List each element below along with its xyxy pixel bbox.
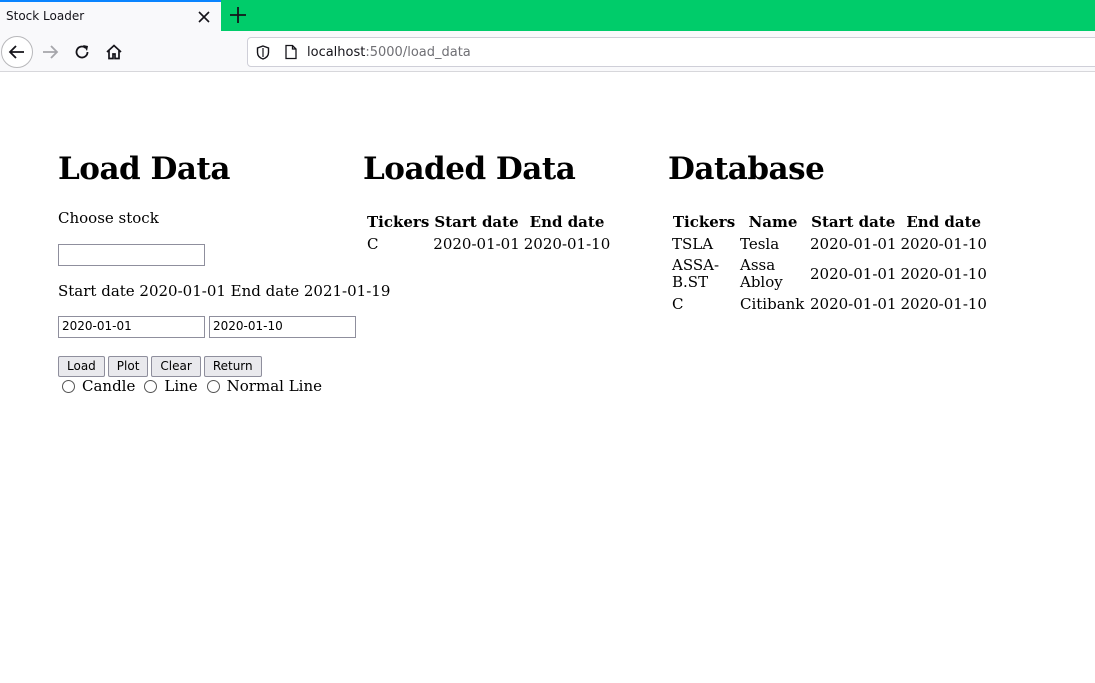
arrow-left-icon[interactable] xyxy=(1,36,33,68)
navigation-toolbar: localhost:5000/load_data xyxy=(0,31,1095,72)
name-text-line-1: Assa xyxy=(740,256,776,274)
clear-button[interactable]: Clear xyxy=(151,356,201,377)
tab-title: Stock Loader xyxy=(6,9,85,23)
stock-input[interactable] xyxy=(58,244,205,266)
end-date-cell: 2020-01-10 xyxy=(900,265,987,283)
column-header: End date xyxy=(906,213,982,231)
return-button[interactable]: Return xyxy=(203,356,262,377)
ticker-cell: C xyxy=(367,235,379,253)
arrow-right-icon[interactable] xyxy=(34,36,66,68)
name-text: Tesla xyxy=(740,235,780,253)
name-cell: Tesla xyxy=(739,234,807,254)
loaded-data-heading: Loaded Data xyxy=(363,151,576,187)
url-host: localhost xyxy=(307,45,366,60)
ticker-text-line-1: ASSA- xyxy=(672,256,720,274)
ticker-cell: ASSA- B.ST xyxy=(671,256,737,292)
start-date-cell: 2020-01-01 xyxy=(433,235,520,253)
radio-line-label: Line xyxy=(164,377,198,395)
load-button[interactable]: Load xyxy=(58,356,105,377)
ticker-text: TSLA xyxy=(672,235,714,253)
database-table: Tickers Name Start date End date TSLA Te… xyxy=(669,210,990,316)
table-header-row: Tickers Start date End date xyxy=(366,212,611,232)
end-date-cell: 2020-01-10 xyxy=(900,235,987,253)
radio-candle-label: Candle xyxy=(82,377,136,395)
ticker-text-line-2: B.ST xyxy=(672,273,709,291)
name-text-line-2: Abloy xyxy=(740,273,783,291)
column-header: Start date xyxy=(811,213,896,231)
database-section: Database Tickers Name Start date End dat… xyxy=(668,150,1028,313)
name-cell: Citibank xyxy=(739,294,807,314)
radio-normal-line[interactable] xyxy=(206,379,220,393)
ticker-cell: C xyxy=(671,294,737,314)
loaded-data-section: Loaded Data Tickers Start date End date … xyxy=(363,150,643,253)
action-buttons: Load Plot Clear Return xyxy=(58,355,265,377)
start-date-cell: 2020-01-01 xyxy=(810,295,897,313)
radio-candle[interactable] xyxy=(62,379,75,393)
url-path: :5000/load_data xyxy=(365,45,471,60)
ticker-cell: TSLA xyxy=(671,234,737,254)
end-date-cell: 2020-01-10 xyxy=(523,235,611,253)
home-icon[interactable] xyxy=(98,36,130,68)
end-date-cell: 2020-01-10 xyxy=(900,295,987,313)
reload-icon[interactable] xyxy=(66,36,98,68)
name-cell: Assa Abloy xyxy=(739,256,807,292)
loaded-data-table: Tickers Start date End date C 2020-01-01… xyxy=(364,210,613,256)
start-date-cell: 2020-01-01 xyxy=(810,265,897,283)
column-header: Tickers xyxy=(672,213,736,231)
load-data-section: Load Data Choose stock Start date 2020-0… xyxy=(58,150,390,395)
plot-type-radios: Candle Line Normal Line xyxy=(62,377,331,395)
shield-icon[interactable] xyxy=(256,45,270,64)
name-text: Citibank xyxy=(740,295,805,313)
address-bar[interactable]: localhost:5000/load_data xyxy=(247,37,1095,67)
radio-line[interactable] xyxy=(144,379,158,393)
radio-normal-line-label: Normal Line xyxy=(226,377,323,395)
url-text[interactable]: localhost:5000/load_data xyxy=(307,45,471,60)
table-row: TSLA Tesla 2020-01-01 2020-01-10 xyxy=(671,234,988,254)
active-tab[interactable]: Stock Loader xyxy=(0,0,221,31)
column-header: Start date xyxy=(434,213,519,231)
ticker-text: C xyxy=(672,295,684,313)
load-data-heading: Load Data xyxy=(58,151,230,187)
start-date-input[interactable]: 2020-01-01 xyxy=(58,316,205,338)
plus-icon[interactable] xyxy=(226,3,250,27)
table-row: ASSA- B.ST Assa Abloy 2020-01-01 2020-01-1… xyxy=(671,256,988,292)
date-range-text: Start date 2020-01-01 End date 2021-01-1… xyxy=(58,282,391,300)
end-date-input[interactable]: 2020-01-10 xyxy=(209,316,356,338)
table-row: C 2020-01-01 2020-01-10 xyxy=(366,234,611,254)
column-header: Tickers xyxy=(367,213,430,231)
close-icon[interactable] xyxy=(193,6,215,28)
database-heading: Database xyxy=(668,151,825,187)
table-header-row: Tickers Name Start date End date xyxy=(671,212,988,232)
column-header: End date xyxy=(529,213,605,231)
plot-button[interactable]: Plot xyxy=(107,356,149,377)
choose-stock-label: Choose stock xyxy=(58,209,159,227)
page-icon xyxy=(284,44,298,64)
start-date-cell: 2020-01-01 xyxy=(810,235,897,253)
tab-bar: Stock Loader xyxy=(0,0,1095,31)
table-row: C Citibank 2020-01-01 2020-01-10 xyxy=(671,294,988,314)
column-header: Name xyxy=(748,213,798,231)
